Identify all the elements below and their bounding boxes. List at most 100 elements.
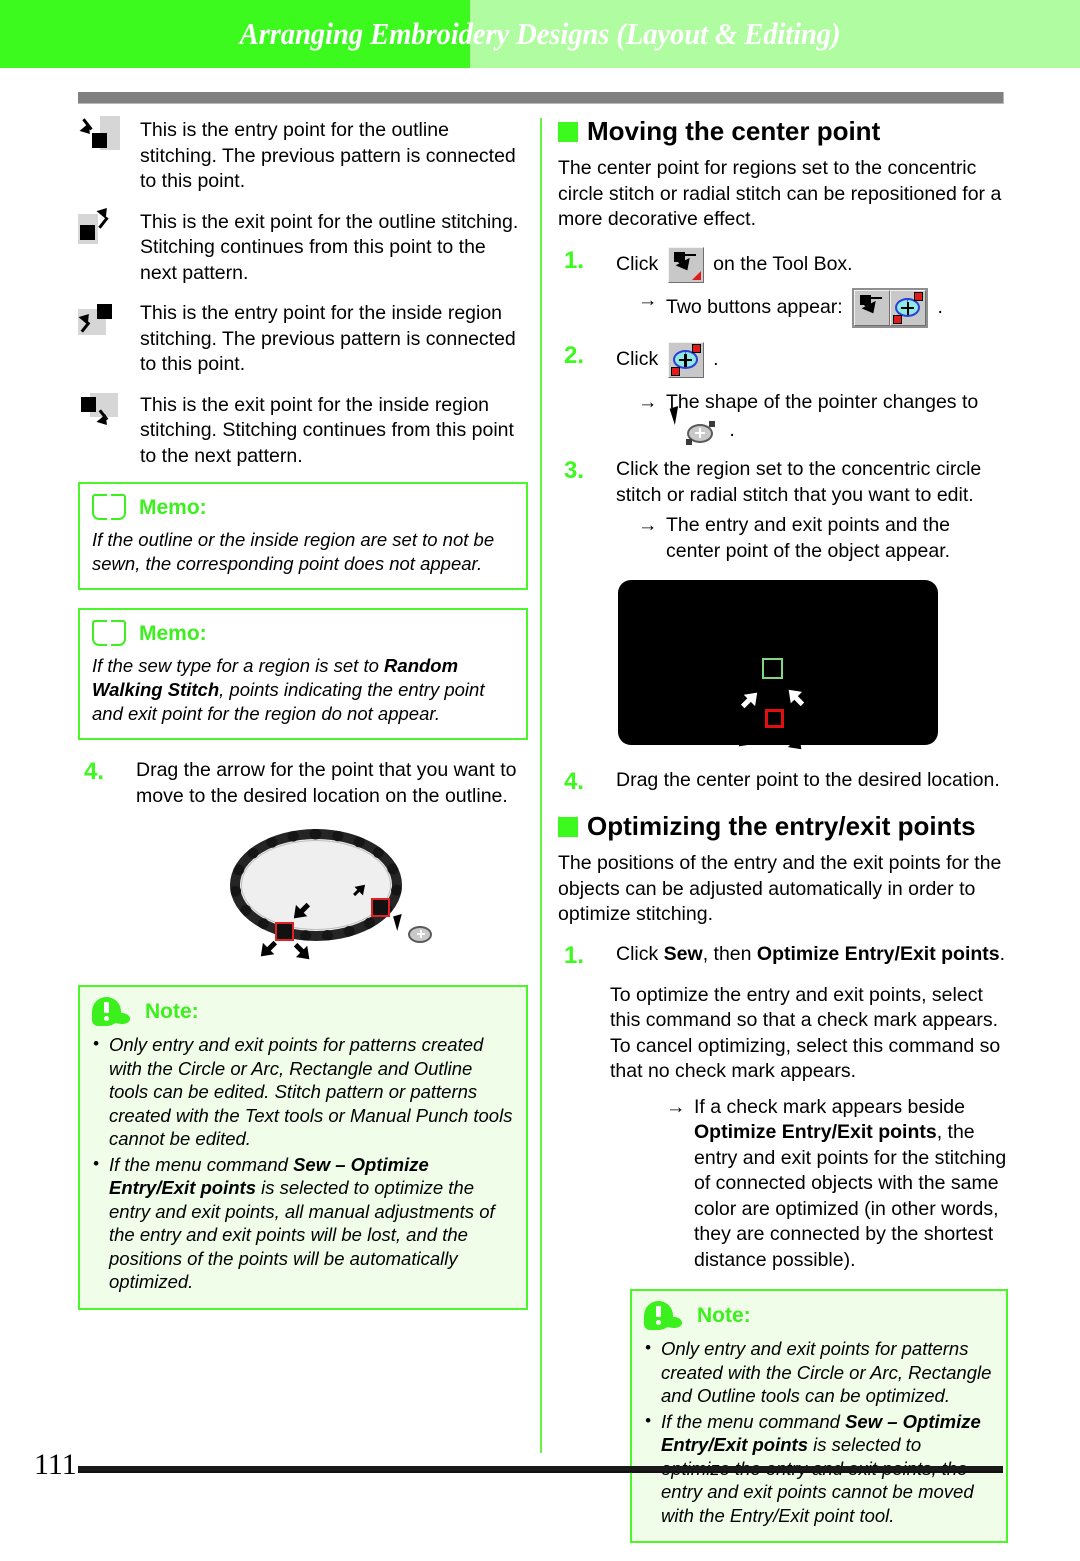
section-heading-text: Optimizing the entry/exit points (587, 811, 976, 841)
step-text-after: . (999, 942, 1006, 965)
design-canvas-figure (618, 580, 938, 755)
mouse-cursor-icon (393, 914, 406, 931)
memo-box-outline-region: Memo: If the outline or the inside regio… (78, 482, 528, 590)
entry-exit-point-marker[interactable] (765, 709, 784, 728)
step-text: Click . (616, 341, 1008, 378)
result-arrow-icon: → (666, 1095, 686, 1118)
column-divider (540, 118, 542, 1453)
step-result-points-appear: → The entry and exit points and the cent… (610, 513, 1008, 564)
book-icon (92, 494, 126, 522)
menu-name-sew: Sew (663, 942, 703, 965)
step-text-after: on the Tool Box. (713, 252, 853, 275)
memo-body-part1: If the sew type for a region is set to (92, 655, 385, 676)
step-number: 2. (564, 341, 585, 369)
step-text: Click Sew, then Optimize Entry/Exit poin… (616, 942, 1008, 968)
result-text: The entry and exit points and the center… (666, 514, 951, 562)
definition-text: This is the exit point for the outline s… (140, 210, 519, 284)
step-drag-center-point: 4. Drag the center point to the desired … (558, 768, 1008, 795)
section-bullet-icon (558, 816, 578, 837)
center-point-marker[interactable] (762, 658, 783, 679)
step-drag-arrow: 4. Drag the arrow for the point that you… (78, 758, 528, 809)
definition-text: This is the exit point for the inside re… (140, 393, 514, 467)
result-part1: If a check mark appears beside (694, 1095, 965, 1118)
entry-point-inside-icon (78, 299, 140, 349)
note-box-editing-restrictions: Note: Only entry and exit points for pat… (78, 985, 528, 1310)
entry-point-handle[interactable] (275, 922, 294, 941)
memo-label: Memo: (139, 496, 207, 519)
exclamation-icon (644, 1301, 684, 1331)
step-number: 4. (564, 768, 585, 795)
section-intro-text: The center point for regions set to the … (558, 157, 1002, 230)
note-bullet-list: Only entry and exit points for patterns … (92, 1032, 514, 1294)
step-click-center-point-tool: 2. Click . (558, 341, 1008, 378)
result-arrow-icon: → (638, 390, 658, 413)
definition-row: This is the entry point for the outline … (78, 116, 528, 195)
result-label: Two buttons appear: (666, 295, 843, 318)
result-emphasis: Optimize Entry/Exit points (694, 1121, 937, 1143)
note-header: Note: (92, 997, 514, 1027)
center-point-tool-icon[interactable] (890, 289, 927, 326)
section-heading-moving-center-point: Moving the center point (558, 116, 1008, 147)
center-point-tool-icon[interactable] (667, 341, 704, 378)
step-result-pointer-changes: → The shape of the pointer changes to . (610, 390, 1008, 448)
entry-point-outline-icon (78, 116, 140, 166)
memo-box-random-walking-stitch: Memo: If the sew type for a region is se… (78, 608, 528, 740)
step-number: 1. (564, 941, 585, 969)
section-heading-text: Moving the center point (587, 116, 881, 146)
result-trailing: . (729, 419, 735, 442)
exit-point-handle[interactable] (371, 898, 390, 917)
header-divider-bar (78, 92, 1004, 104)
exit-point-outline-icon (78, 203, 140, 258)
step-text: Click the region set to the concentric c… (616, 458, 982, 506)
note-label: Note: (697, 1304, 751, 1327)
right-column: Moving the center point The center point… (558, 116, 1008, 1561)
entry-exit-point-tool-icon[interactable] (667, 246, 704, 283)
note-bullet: Only entry and exit points for patterns … (644, 1336, 994, 1408)
memo-header: Memo: (92, 494, 514, 522)
step-text: Click on the Tool Box. (616, 246, 1008, 283)
step-result-two-buttons: → Two buttons appear: . (610, 287, 1008, 328)
memo-body: If the sew type for a region is set to R… (92, 654, 514, 726)
result-label: The shape of the pointer changes to (666, 390, 979, 413)
step-text-before: Click (616, 252, 659, 275)
step-text-before: Click (616, 942, 664, 965)
step-number: 1. (564, 246, 585, 274)
definition-text: This is the entry point for the outline … (140, 119, 516, 192)
result-trailing: . (937, 295, 943, 318)
center-point-pointer-icon (668, 406, 722, 447)
step-number: 4. (84, 758, 105, 785)
optimize-result-line: → If a check mark appears beside Optimiz… (638, 1095, 1008, 1274)
page-number: 111 (34, 1448, 77, 1481)
exit-point-inside-icon (78, 391, 140, 441)
step-text: Drag the center point to the desired loc… (616, 769, 1000, 791)
definition-text: This is the entry point for the inside r… (140, 302, 516, 375)
note-bullet-list: Only entry and exit points for patterns … (644, 1336, 994, 1527)
center-point-pointer-icon (408, 926, 432, 943)
book-icon (92, 620, 126, 648)
step-trailing: . (713, 347, 719, 370)
entry-exit-point-tool-icon[interactable] (854, 289, 891, 326)
outline-ellipse-figure (78, 823, 528, 973)
result-text: Two buttons appear: . (666, 287, 1008, 328)
step-number: 3. (564, 457, 585, 484)
left-column: This is the entry point for the outline … (78, 116, 528, 1328)
definition-row: This is the exit point for the inside re… (78, 391, 528, 470)
section-heading-optimizing-points: Optimizing the entry/exit points (558, 811, 1008, 842)
result-text: The shape of the pointer changes to . (666, 390, 1008, 448)
note-box-optimization-restrictions: Note: Only entry and exit points for pat… (630, 1289, 1008, 1543)
note-label: Note: (145, 1000, 199, 1023)
result-part2: , the entry and exit points for the stit… (694, 1121, 1007, 1271)
footer-rule (78, 1466, 1003, 1473)
definition-row: This is the entry point for the inside r… (78, 299, 528, 378)
page-title: Arranging Embroidery Designs (Layout & E… (239, 16, 841, 51)
tool-button-pair (852, 287, 929, 328)
note-bullet: Only entry and exit points for patterns … (92, 1032, 514, 1151)
note-header: Note: (644, 1301, 994, 1331)
note-bullet-part1: If the menu command (661, 1410, 846, 1432)
section-bullet-icon (558, 121, 578, 142)
step-click-region: 3. Click the region set to the concentri… (558, 457, 1008, 508)
ellipse-interior (241, 840, 391, 930)
step-click-tool-box: 1. Click on the Tool Box. (558, 246, 1008, 283)
result-arrow-icon: → (638, 288, 658, 311)
note-bullet-part1: If the menu command (109, 1153, 294, 1175)
